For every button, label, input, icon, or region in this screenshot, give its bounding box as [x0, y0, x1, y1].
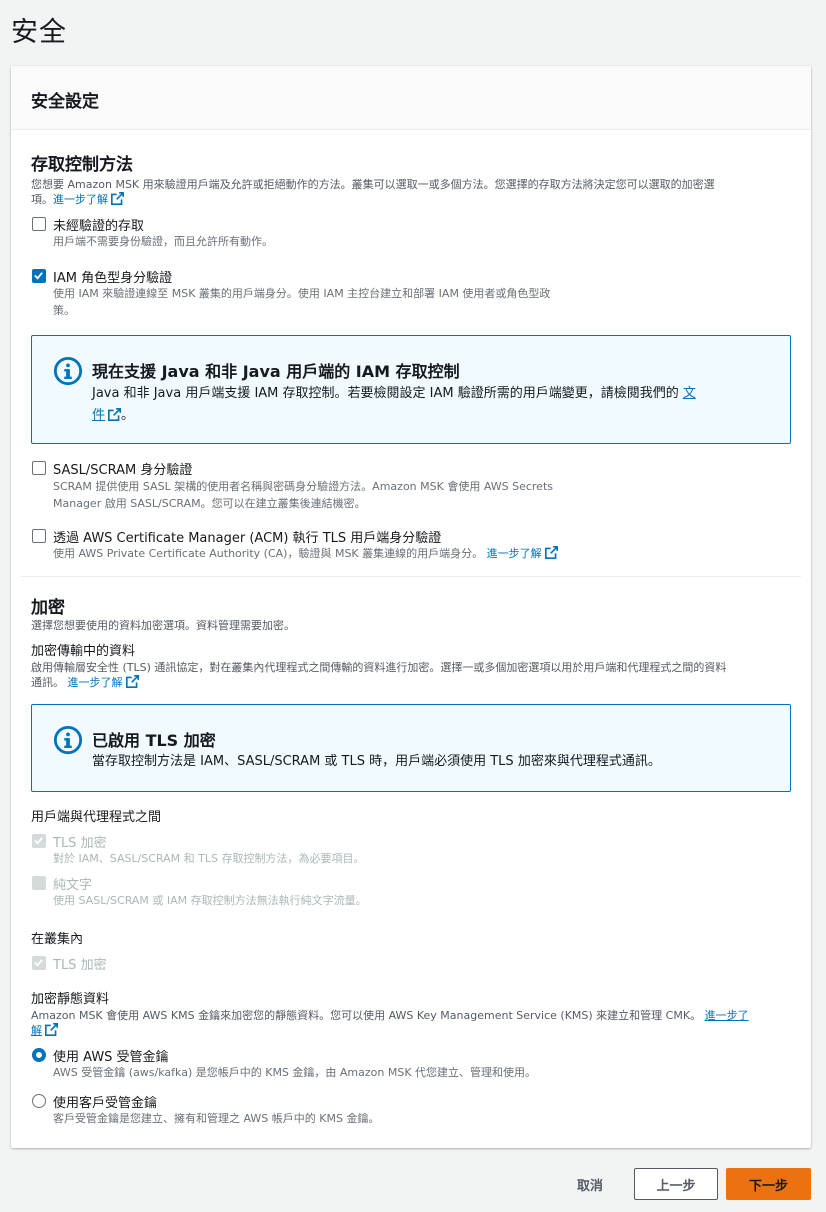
plaintext-label: 純文字 [53, 878, 93, 893]
at-rest-learn-more-link[interactable]: 進一步了 [705, 1009, 749, 1022]
client-broker-label: 用戶端與代理程式之間 [31, 810, 162, 825]
aws-managed-key-label: 使用 AWS 受管金鑰 [53, 1050, 169, 1065]
in-cluster-tls-checkbox[interactable] [32, 956, 46, 970]
learn-more-label: 進一步了解 [486, 547, 542, 560]
docs-link-part1: 文 [682, 386, 696, 401]
iam-desc-line2: 策。 [53, 304, 75, 317]
iam-auth-label: IAM 角色型身分驗證 [53, 271, 173, 286]
external-link-icon [111, 192, 124, 205]
sasl-scram-label: SASL/SCRAM 身分驗證 [53, 463, 193, 478]
external-link-icon [544, 546, 558, 559]
access-control-heading: 存取控制方法 [31, 155, 133, 175]
sasl-desc-line1: SCRAM 提供使用 SASL 架構的使用者名稱與密碼身分驗證方法。Amazon… [53, 480, 553, 493]
iam-info-title: 現在支援 Java 和非 Java 用戶端的 IAM 存取控制 [92, 362, 460, 381]
iam-info-end: 。 [121, 408, 135, 423]
sasl-desc-line2: Manager 啟用 SASL/SCRAM。您可以在建立叢集後連結機密。 [53, 497, 366, 510]
checkmark-icon [34, 837, 43, 845]
access-control-desc: 您想要 Amazon MSK 用來驗證用戶端及允許或拒絕動作的方法。叢集可以選取… [31, 177, 801, 207]
cancel-button[interactable]: 取消 [562, 1168, 618, 1200]
iam-auth-desc: 使用 IAM 來驗證連線至 MSK 叢集的用戶端身分。使用 IAM 主控台建立和… [53, 285, 550, 319]
iam-info-alert: 現在支援 Java 和非 Java 用戶端的 IAM 存取控制 Java 和非 … [31, 335, 791, 444]
unauthenticated-access-checkbox[interactable] [32, 217, 46, 231]
tls-client-auth-checkbox[interactable] [32, 529, 46, 543]
info-icon [53, 725, 83, 755]
client-broker-tls-desc: 對於 IAM、SASL/SCRAM 和 TLS 存取控制方法，為必要項目。 [53, 852, 365, 865]
docs-link-part2: 件 [92, 408, 106, 423]
card-header: 安全設定 [11, 66, 811, 130]
checkmark-icon [34, 959, 43, 967]
in-transit-label: 加密傳輸中的資料 [31, 644, 136, 659]
security-settings-card: 安全設定 存取控制方法 您想要 Amazon MSK 用來驗證用戶端及允許或拒絕… [11, 66, 811, 1148]
learn-more-part1: 進一步了 [704, 1009, 749, 1022]
tls-client-auth-desc: 使用 AWS Private Certificate Authority (CA… [53, 545, 558, 562]
access-desc-line1: 您想要 Amazon MSK 用來驗證用戶端及允許或拒絕動作的方法。叢集可以選取… [31, 178, 715, 191]
transit-desc-line1: 啟用傳輸層安全性 (TLS) 通訊協定，對在叢集內代理程式之間傳輸的資料進行加密… [31, 661, 727, 674]
customer-managed-key-desc: 客戶受管金鑰是您建立、擁有和管理之 AWS 帳戶中的 KMS 金鑰。 [53, 1112, 380, 1125]
section-divider [21, 576, 801, 577]
aws-managed-key-desc: AWS 受管金鑰 (aws/kafka) 是您帳戶中的 KMS 金鑰，由 Ama… [53, 1066, 537, 1079]
aws-managed-key-radio[interactable] [32, 1048, 46, 1062]
encryption-desc: 選擇您想要使用的資料加密選項。資料管理需要加密。 [31, 619, 295, 632]
encryption-heading: 加密 [31, 598, 65, 618]
learn-more-label: 進一步了解 [67, 676, 123, 689]
tls-desc-text: 使用 AWS Private Certificate Authority (CA… [53, 547, 484, 560]
in-transit-desc: 啟用傳輸層安全性 (TLS) 通訊協定，對在叢集內代理程式之間傳輸的資料進行加密… [31, 660, 801, 690]
previous-button[interactable]: 上一步 [634, 1168, 718, 1200]
client-broker-tls-label: TLS 加密 [53, 836, 107, 851]
access-learn-more-link[interactable]: 進一步了解 [53, 192, 124, 206]
iam-docs-link-cont[interactable]: 件 [92, 408, 122, 423]
in-cluster-label: 在叢集內 [31, 932, 84, 947]
at-rest-desc-text: Amazon MSK 會使用 AWS KMS 金鑰來加密您的靜態資料。您可以使用… [31, 1009, 702, 1022]
sasl-scram-desc: SCRAM 提供使用 SASL 架構的使用者名稱與密碼身分驗證方法。Amazon… [53, 478, 553, 512]
next-button[interactable]: 下一步 [726, 1168, 811, 1200]
tls-client-auth-label: 透過 AWS Certificate Manager (ACM) 執行 TLS … [53, 531, 442, 546]
iam-info-body: Java 和非 Java 用戶端支援 IAM 存取控制。若要檢閱設定 IAM 驗… [92, 383, 772, 427]
checkmark-icon [34, 272, 43, 280]
at-rest-label: 加密靜態資料 [31, 992, 110, 1007]
unauthenticated-access-label: 未經驗證的存取 [53, 219, 145, 234]
sasl-scram-checkbox[interactable] [32, 461, 46, 475]
iam-auth-checkbox[interactable] [32, 269, 46, 283]
at-rest-learn-more-link-cont[interactable]: 解 [31, 1023, 58, 1037]
page-title: 安全 [11, 17, 67, 48]
in-cluster-tls-label: TLS 加密 [53, 958, 107, 973]
learn-more-part2: 解 [31, 1024, 42, 1037]
info-icon [53, 356, 83, 386]
external-link-icon [125, 675, 139, 688]
tls-info-title: 已啟用 TLS 加密 [92, 731, 216, 750]
learn-more-label: 進一步了解 [53, 193, 108, 206]
plaintext-desc: 使用 SASL/SCRAM 或 IAM 存取控制方法無法執行純文字流量。 [53, 894, 367, 907]
unauthenticated-access-desc: 用戶端不需要身份驗證，而且允許所有動作。 [53, 235, 273, 248]
customer-managed-key-label: 使用客戶受管金鑰 [53, 1096, 158, 1111]
at-rest-desc: Amazon MSK 會使用 AWS KMS 金鑰來加密您的靜態資料。您可以使用… [31, 1008, 801, 1038]
access-desc-line2: 項。 [31, 193, 53, 206]
card-title: 安全設定 [31, 92, 99, 112]
customer-managed-key-radio[interactable] [32, 1094, 46, 1108]
external-link-icon [108, 408, 122, 421]
client-broker-tls-checkbox[interactable] [32, 834, 46, 848]
iam-docs-link[interactable]: 文 [683, 386, 696, 401]
tls-learn-more-link[interactable]: 進一步了解 [486, 546, 558, 560]
tls-info-alert: 已啟用 TLS 加密 當存取控制方法是 IAM、SASL/SCRAM 或 TLS… [31, 704, 791, 792]
transit-learn-more-link[interactable]: 進一步了解 [67, 675, 139, 689]
iam-desc-line1: 使用 IAM 來驗證連線至 MSK 叢集的用戶端身分。使用 IAM 主控台建立和… [53, 287, 551, 300]
external-link-icon [45, 1023, 58, 1036]
transit-desc-line2: 通訊。 [31, 676, 64, 689]
plaintext-checkbox[interactable] [32, 876, 46, 890]
tls-info-body: 當存取控制方法是 IAM、SASL/SCRAM 或 TLS 時，用戶端必須使用 … [92, 754, 661, 769]
iam-info-text: Java 和非 Java 用戶端支援 IAM 存取控制。若要檢閱設定 IAM 驗… [92, 386, 679, 401]
